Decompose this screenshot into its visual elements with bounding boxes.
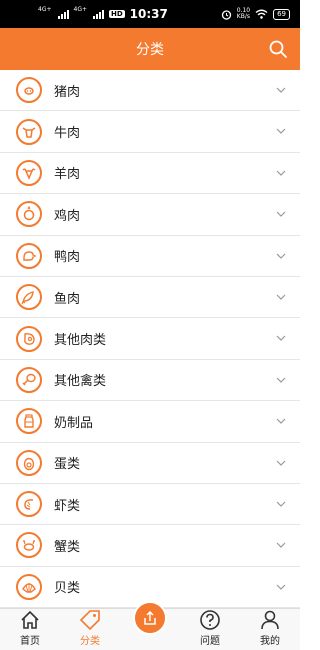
category-label: 其他肉类	[54, 333, 107, 349]
category-item-fish[interactable]: 鱼肉	[0, 277, 300, 319]
share-icon	[144, 610, 156, 625]
nav-item-share[interactable]	[120, 601, 180, 650]
chevron-down-icon	[276, 170, 286, 176]
category-item-pork[interactable]: 猪肉	[0, 70, 300, 112]
chevron-down-icon	[276, 211, 286, 218]
hd-badge: HD	[109, 10, 125, 18]
pig-icon	[16, 77, 42, 104]
category-item-duck[interactable]: 鸭肉	[0, 236, 300, 277]
chevron-down-icon	[276, 128, 286, 135]
category-label: 蛋类	[54, 457, 81, 473]
status-left: 4G+ 4G+ HD 10:37	[38, 6, 168, 22]
net-speed: 0.10 KB/s	[237, 8, 250, 20]
signal-icon	[57, 9, 69, 19]
category-item-beef[interactable]: 牛肉	[0, 111, 300, 153]
chevron-down-icon	[276, 501, 286, 507]
category-label: 鸡肉	[54, 208, 81, 224]
category-label: 鸭肉	[54, 250, 81, 266]
nav-item-home[interactable]: 首页	[0, 609, 60, 650]
fish-icon	[16, 284, 42, 311]
bottom-nav: 首页 分类 问题 我的	[0, 601, 300, 650]
tag-icon	[79, 610, 100, 631]
category-label: 鱼肉	[54, 291, 81, 307]
egg-icon	[16, 449, 42, 476]
chevron-down-icon	[276, 542, 286, 549]
milk-bottle-icon	[16, 408, 42, 435]
home-icon	[21, 610, 39, 629]
sheep-icon	[16, 159, 42, 186]
chevron-down-icon	[276, 418, 286, 424]
nav-item-questions[interactable]: 问题	[180, 609, 240, 650]
chevron-down-icon	[276, 460, 286, 466]
nav-label-home: 首页	[20, 636, 40, 647]
wifi-icon	[255, 9, 268, 19]
category-label: 虾类	[54, 498, 81, 514]
nav-item-category[interactable]: 分类	[60, 609, 120, 650]
nav-item-profile[interactable]: 我的	[240, 609, 300, 650]
category-label: 牛肉	[54, 126, 81, 142]
nav-label-questions: 问题	[200, 636, 220, 647]
search-icon[interactable]	[268, 39, 288, 59]
category-item-shrimp[interactable]: 虾类	[0, 484, 300, 526]
chevron-down-icon	[276, 294, 286, 300]
chevron-down-icon	[276, 335, 286, 342]
category-item-other-meat[interactable]: 其他肉类	[0, 318, 300, 360]
category-item-mutton[interactable]: 羊肉	[0, 153, 300, 195]
category-label: 奶制品	[54, 415, 94, 431]
share-button[interactable]	[133, 601, 167, 635]
drumstick-icon	[16, 366, 42, 393]
header-bar: 分类	[0, 28, 300, 70]
question-icon	[200, 610, 220, 630]
status-bar: 4G+ 4G+ HD 10:37 0.10 KB/s 69	[0, 0, 300, 28]
category-item-crab[interactable]: 蟹类	[0, 525, 300, 567]
category-item-eggs[interactable]: 蛋类	[0, 443, 300, 484]
chevron-down-icon	[276, 377, 286, 383]
chicken-icon	[16, 201, 42, 228]
category-list: 猪肉 牛肉 羊肉 鸡肉 鸭肉 鱼肉 其他肉类 其他禽类 奶制品 蛋类 虾类 蟹类…	[0, 70, 300, 608]
status-time: 10:37	[129, 7, 168, 21]
chevron-down-icon	[276, 87, 286, 93]
signal-icon	[93, 9, 104, 19]
category-label: 猪肉	[54, 84, 81, 100]
nav-label-category: 分类	[80, 636, 100, 647]
signal-2-label: 4G+	[73, 6, 88, 13]
duck-icon	[16, 242, 42, 269]
shrimp-icon	[16, 491, 42, 518]
shell-icon	[16, 573, 42, 600]
category-label: 蟹类	[54, 539, 81, 555]
category-label: 羊肉	[54, 167, 81, 183]
net-speed-unit: KB/s	[236, 13, 250, 20]
status-right: 0.10 KB/s 69	[221, 8, 290, 20]
signal-1-label: 4G+	[38, 6, 52, 13]
category-label: 其他禽类	[54, 374, 107, 390]
nav-label-profile: 我的	[260, 636, 280, 647]
user-icon	[261, 610, 279, 630]
crab-icon	[16, 532, 42, 559]
category-item-dairy[interactable]: 奶制品	[0, 401, 300, 443]
category-item-chicken[interactable]: 鸡肉	[0, 194, 300, 236]
cow-icon	[16, 118, 42, 145]
battery-indicator: 69	[273, 8, 290, 20]
category-label: 贝类	[54, 581, 81, 597]
steak-icon	[16, 325, 42, 352]
alarm-icon	[221, 9, 231, 20]
page-title: 分类	[136, 42, 164, 58]
category-item-other-poultry[interactable]: 其他禽类	[0, 360, 300, 402]
chevron-down-icon	[276, 584, 286, 590]
chevron-down-icon	[276, 253, 286, 259]
